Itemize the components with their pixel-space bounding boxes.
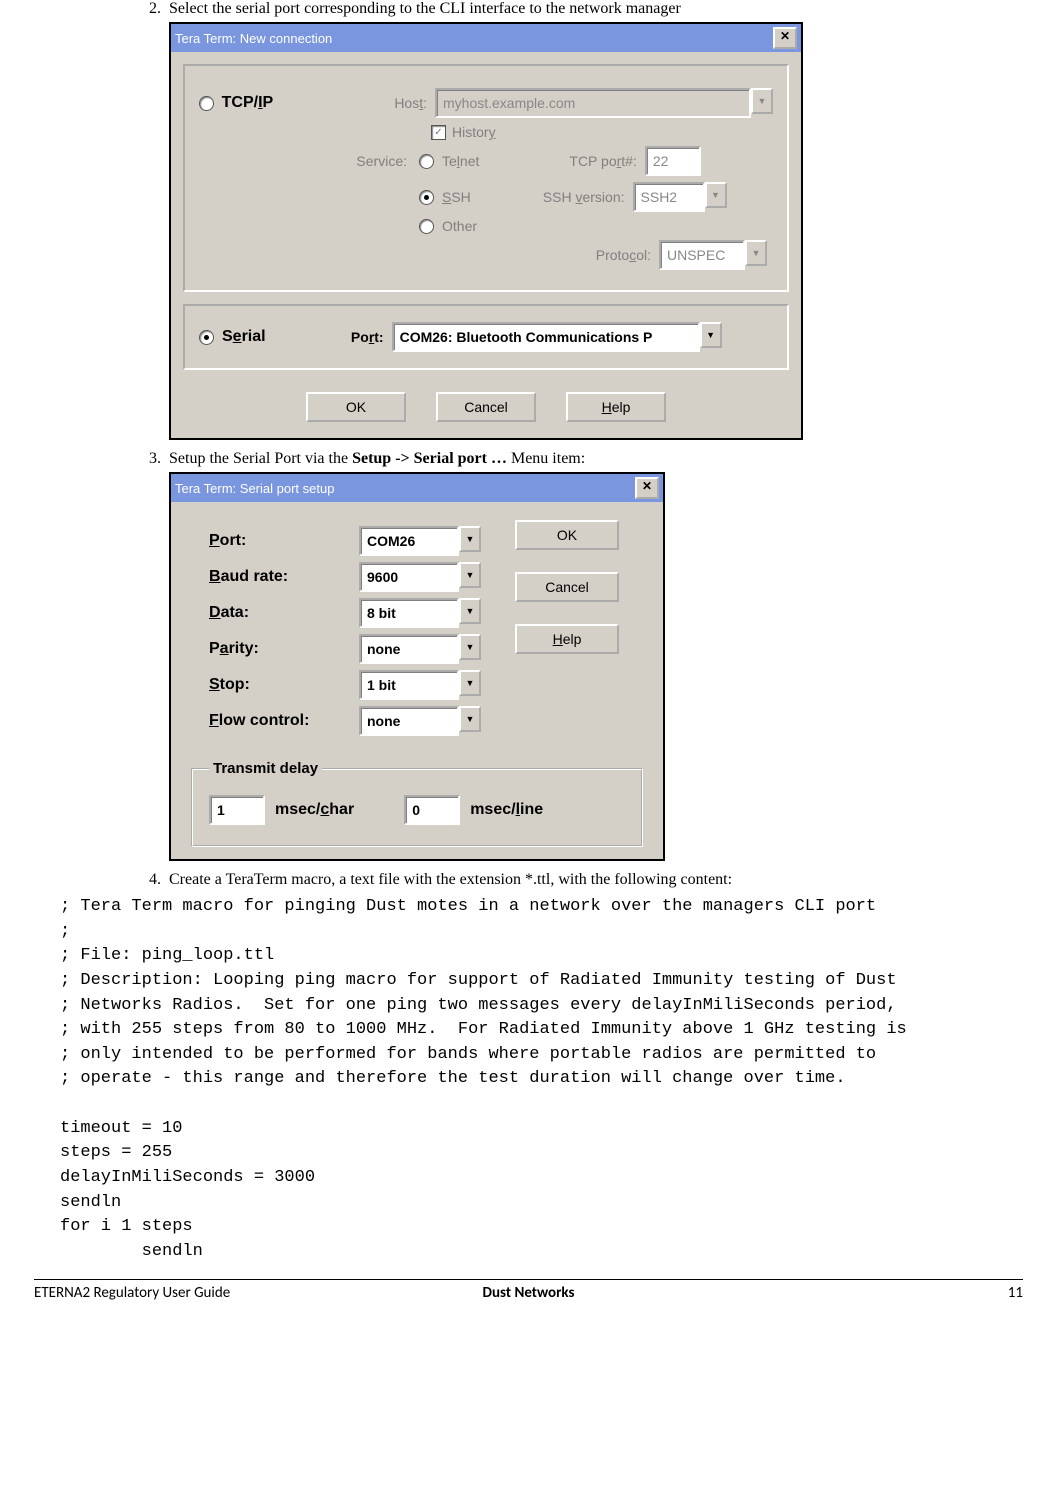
label-baud: Baud rate: xyxy=(209,568,359,586)
label-data: Data: xyxy=(209,604,359,622)
label-serial: Serial xyxy=(222,328,266,346)
input-host[interactable]: myhost.example.com xyxy=(435,88,751,118)
legend-transmit-delay: Transmit delay xyxy=(209,760,322,777)
label-msec-char: msec/char xyxy=(275,801,354,819)
label-other: Other xyxy=(442,218,477,234)
cancel-button-2[interactable]: Cancel xyxy=(515,572,619,602)
select-baud[interactable]: 9600 xyxy=(359,562,459,592)
label-port: Port: xyxy=(266,329,384,345)
label-port2: Port: xyxy=(209,532,359,550)
input-protocol[interactable]: UNSPEC xyxy=(659,240,745,270)
close-icon-2[interactable]: ✕ xyxy=(635,477,659,499)
label-flow: Flow control: xyxy=(209,712,359,730)
radio-serial[interactable] xyxy=(199,330,214,345)
title-text-2: Tera Term: Serial port setup xyxy=(175,481,635,496)
radio-telnet[interactable] xyxy=(419,154,434,169)
label-protocol: Protocol: xyxy=(596,247,651,263)
step-2-text: Select the serial port corresponding to … xyxy=(169,0,681,17)
chevron-down-icon[interactable]: ▼ xyxy=(459,598,481,624)
label-service: Service: xyxy=(199,153,407,169)
titlebar-new-connection: Tera Term: New connection ✕ xyxy=(171,24,801,52)
select-stop[interactable]: 1 bit xyxy=(359,670,459,700)
title-text: Tera Term: New connection xyxy=(175,31,773,46)
cancel-button[interactable]: Cancel xyxy=(436,392,536,422)
step-3-pre: Setup the Serial Port via the xyxy=(169,450,352,467)
dropdown-sshver-icon[interactable]: ▼ xyxy=(705,182,727,208)
label-ssh: SSH xyxy=(442,189,471,205)
select-flow[interactable]: none xyxy=(359,706,459,736)
group-tcpip: TCP/IP Host: myhost.example.com ▼ ✓ Hist… xyxy=(183,64,789,292)
radio-tcpip[interactable] xyxy=(199,96,214,111)
footer-center: Dust Networks xyxy=(364,1284,694,1302)
input-tcpport[interactable]: 22 xyxy=(645,146,701,176)
select-parity[interactable]: none xyxy=(359,634,459,664)
chevron-down-icon[interactable]: ▼ xyxy=(459,634,481,660)
label-msec-line: msec/line xyxy=(470,801,543,819)
step-4: Create a TeraTerm macro, a text file wit… xyxy=(165,871,1027,889)
dropdown-protocol-icon[interactable]: ▼ xyxy=(745,240,767,266)
dropdown-host-icon[interactable]: ▼ xyxy=(751,88,773,114)
select-port2[interactable]: COM26 xyxy=(359,526,459,556)
group-serial: Serial Port: COM26: Bluetooth Communicat… xyxy=(183,304,789,370)
label-stop: Stop: xyxy=(209,676,359,694)
footer-right: 11 xyxy=(693,1284,1023,1302)
label-telnet: Telnet xyxy=(442,153,479,169)
chevron-down-icon[interactable]: ▼ xyxy=(459,670,481,696)
input-msec-line[interactable]: 0 xyxy=(404,795,460,825)
select-serial-port[interactable]: COM26: Bluetooth Communications P xyxy=(392,322,700,352)
chevron-down-icon[interactable]: ▼ xyxy=(459,706,481,732)
step-4-text: Create a TeraTerm macro, a text file wit… xyxy=(169,871,732,888)
step-3-post: Menu item: xyxy=(507,450,585,467)
input-msec-char[interactable]: 1 xyxy=(209,795,265,825)
titlebar-serial-setup: Tera Term: Serial port setup ✕ xyxy=(171,474,663,502)
code-block: ; Tera Term macro for pinging Dust motes… xyxy=(60,895,1027,1265)
checkbox-history[interactable]: ✓ xyxy=(431,125,446,140)
dropdown-serialport-icon[interactable]: ▼ xyxy=(700,322,722,348)
close-icon[interactable]: ✕ xyxy=(773,27,797,49)
dialog-serial-setup: Tera Term: Serial port setup ✕ Port: COM… xyxy=(169,472,665,861)
group-transmit-delay: Transmit delay 1 msec/char 0 msec/line xyxy=(191,760,643,847)
step-3: Setup the Serial Port via the Setup -> S… xyxy=(165,450,1027,861)
label-parity: Parity: xyxy=(209,640,359,658)
select-data[interactable]: 8 bit xyxy=(359,598,459,628)
footer-left: ETERNA2 Regulatory User Guide xyxy=(34,1284,364,1302)
dialog-new-connection: Tera Term: New connection ✕ TCP/IP Host:… xyxy=(169,22,803,440)
chevron-down-icon[interactable]: ▼ xyxy=(459,526,481,552)
chevron-down-icon[interactable]: ▼ xyxy=(459,562,481,588)
label-sshver: SSH version: xyxy=(543,189,625,205)
ok-button[interactable]: OK xyxy=(306,392,406,422)
label-history: History xyxy=(452,124,496,140)
help-button[interactable]: Help xyxy=(566,392,666,422)
step-3-bold: Setup -> Serial port … xyxy=(352,450,507,467)
step-2: Select the serial port corresponding to … xyxy=(165,0,1027,440)
label-tcpip: TCP/IP xyxy=(222,94,274,112)
label-host: Host: xyxy=(325,95,427,111)
radio-other[interactable] xyxy=(419,219,434,234)
help-button-2[interactable]: Help xyxy=(515,624,619,654)
ok-button-2[interactable]: OK xyxy=(515,520,619,550)
page-footer: ETERNA2 Regulatory User Guide Dust Netwo… xyxy=(34,1279,1023,1302)
label-tcpport: TCP port#: xyxy=(569,153,636,169)
input-sshver[interactable]: SSH2 xyxy=(633,182,705,212)
radio-ssh[interactable] xyxy=(419,190,434,205)
